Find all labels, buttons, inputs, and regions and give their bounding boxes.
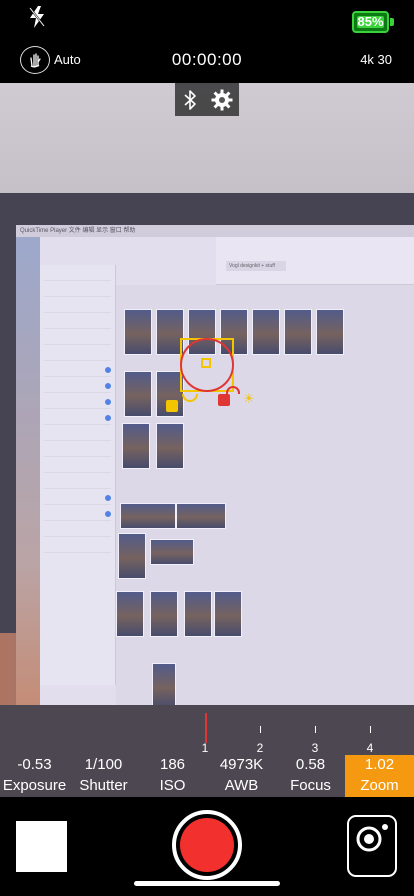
last-capture-thumbnail[interactable]: [16, 821, 67, 872]
gear-icon[interactable]: [211, 89, 233, 111]
flash-off-icon[interactable]: [28, 6, 46, 28]
focus-value: 0.58: [295, 756, 326, 773]
iso-label: ISO: [159, 777, 186, 794]
zoom-label: Zoom: [360, 777, 399, 794]
exposure-lock-icon[interactable]: [218, 394, 230, 406]
resolution-framerate-button[interactable]: 4k 30: [360, 52, 392, 67]
focus-control[interactable]: 0.58 Focus: [276, 755, 345, 797]
dial-indicator: [205, 713, 207, 743]
awb-value: 4973K: [219, 756, 264, 773]
awb-control[interactable]: 4973K AWB: [207, 755, 276, 797]
zoom-control[interactable]: 1.02 Zoom: [345, 755, 414, 797]
zoom-dial[interactable]: 1 2 3 4: [0, 705, 414, 755]
shutter-value: 1/100: [84, 756, 123, 773]
focus-point: [201, 358, 211, 368]
exposure-control[interactable]: -0.53 Exposure: [0, 755, 69, 797]
zoom-value: 1.02: [364, 756, 395, 773]
bluetooth-icon[interactable]: [182, 89, 198, 111]
iso-value: 186: [159, 756, 186, 773]
home-indicator[interactable]: [134, 881, 280, 886]
shutter-label: Shutter: [79, 777, 128, 794]
top-bar: 85% Auto 00:00:00 4k 30: [0, 0, 414, 83]
battery-indicator: 85%: [352, 11, 394, 33]
awb-label: AWB: [224, 777, 259, 794]
bluetooth-settings-panel: [175, 83, 239, 116]
focus-label: Focus: [290, 777, 331, 794]
exposure-label: Exposure: [2, 777, 67, 794]
sun-icon: ☀: [243, 391, 255, 406]
record-timer: 00:00:00: [171, 50, 243, 69]
dial-tick-label: 4: [366, 741, 374, 755]
exposure-value: -0.53: [17, 756, 52, 773]
camera-viewfinder[interactable]: QuickTime Player 文件 编辑 显示 窗口 帮助 Vogl des…: [0, 83, 414, 705]
switch-camera-icon: [356, 824, 388, 852]
record-button[interactable]: [180, 818, 234, 872]
battery-percent: 85%: [357, 14, 384, 29]
focus-lock-icon[interactable]: [166, 400, 178, 412]
iso-control[interactable]: 186 ISO: [138, 755, 207, 797]
dial-tick-label: 3: [311, 741, 319, 755]
shutter-control[interactable]: 1/100 Shutter: [69, 755, 138, 797]
switch-camera-button[interactable]: [347, 815, 397, 877]
dial-tick-label: 1: [201, 741, 209, 755]
dial-tick-label: 2: [256, 741, 264, 755]
